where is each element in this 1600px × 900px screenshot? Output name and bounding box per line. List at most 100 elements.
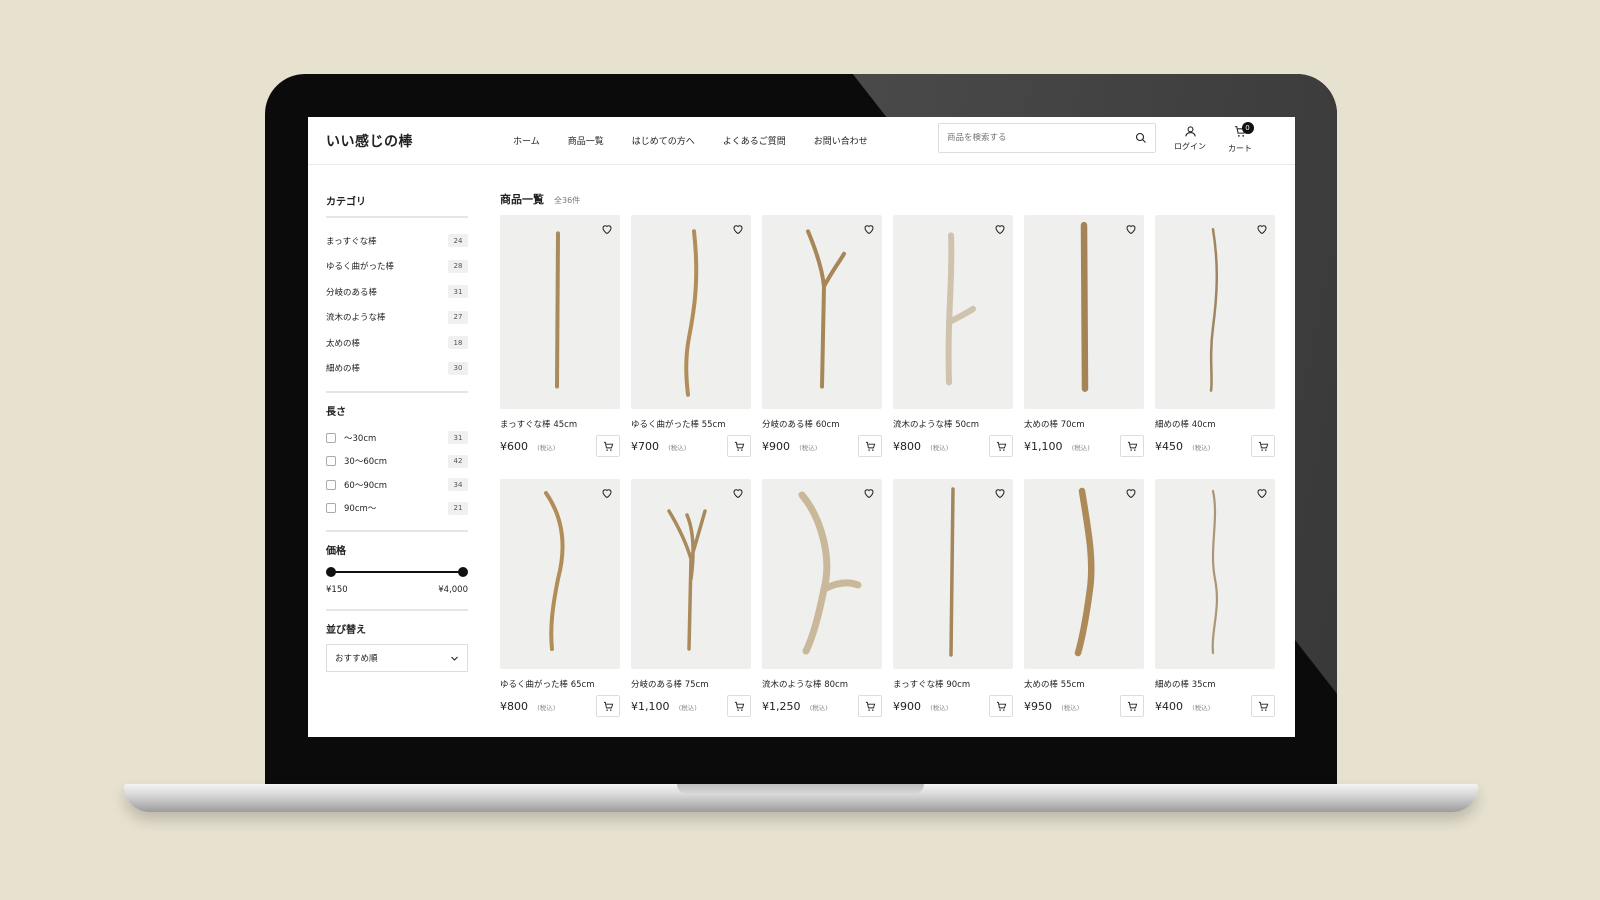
product-card[interactable]: 分岐のある棒 75cm ¥1,100 (税込) <box>631 479 751 717</box>
category-label: まっすぐな棒 <box>326 236 377 247</box>
heart-icon[interactable] <box>994 223 1006 235</box>
product-image[interactable] <box>893 479 1013 669</box>
sort-select[interactable]: おすすめ順 <box>326 644 468 672</box>
product-image[interactable] <box>1155 215 1275 409</box>
nav-contact[interactable]: お問い合わせ <box>814 134 868 147</box>
product-name[interactable]: 流木のような棒 80cm <box>762 678 882 690</box>
heart-icon[interactable] <box>863 223 875 235</box>
search-input[interactable] <box>947 133 1135 143</box>
price-min-label: ¥150 <box>326 585 348 595</box>
product-image[interactable] <box>631 215 751 409</box>
length-filter-item[interactable]: 90cm〜 21 <box>326 497 468 521</box>
length-filter-item[interactable]: 60〜90cm 34 <box>326 473 468 497</box>
add-to-cart-button[interactable] <box>989 435 1013 457</box>
product-card[interactable]: ゆるく曲がった棒 65cm ¥800 (税込) <box>500 479 620 717</box>
add-to-cart-button[interactable] <box>1120 695 1144 717</box>
site-logo[interactable]: いい感じの棒 <box>326 131 501 151</box>
cart-label: カート <box>1228 144 1252 153</box>
length-checkbox[interactable] <box>326 503 336 514</box>
category-item[interactable]: 分岐のある棒 31 <box>326 279 468 305</box>
heart-icon[interactable] <box>1256 223 1268 235</box>
product-card[interactable]: 流木のような棒 50cm ¥800 (税込) <box>893 215 1013 457</box>
length-filter-item[interactable]: 〜30cm 31 <box>326 426 468 450</box>
product-card[interactable]: 太めの棒 55cm ¥950 (税込) <box>1024 479 1144 717</box>
cart-button[interactable]: 0 カート <box>1228 122 1254 154</box>
category-item[interactable]: まっすぐな棒 24 <box>326 228 468 254</box>
login-button[interactable]: ログイン <box>1174 125 1206 152</box>
product-name[interactable]: 分岐のある棒 75cm <box>631 678 751 690</box>
product-image[interactable] <box>500 479 620 669</box>
length-label: 90cm〜 <box>344 504 377 515</box>
add-to-cart-button[interactable] <box>989 695 1013 717</box>
category-item[interactable]: 太めの棒 18 <box>326 330 468 356</box>
length-filter-item[interactable]: 30〜60cm 42 <box>326 450 468 474</box>
product-name[interactable]: ゆるく曲がった棒 65cm <box>500 678 620 690</box>
heart-icon[interactable] <box>994 487 1006 499</box>
product-card[interactable]: 細めの棒 35cm ¥400 (税込) <box>1155 479 1275 717</box>
nav-products[interactable]: 商品一覧 <box>568 134 604 147</box>
add-to-cart-button[interactable] <box>596 435 620 457</box>
add-to-cart-button[interactable] <box>1251 695 1275 717</box>
product-name[interactable]: 細めの棒 40cm <box>1155 418 1275 430</box>
product-image[interactable] <box>1155 479 1275 669</box>
price-range-slider[interactable] <box>326 565 468 579</box>
category-item[interactable]: 細めの棒 30 <box>326 356 468 382</box>
nav-beginners[interactable]: はじめての方へ <box>632 134 695 147</box>
heart-icon[interactable] <box>732 223 744 235</box>
nav-faq[interactable]: よくあるご質問 <box>723 134 786 147</box>
product-card[interactable]: まっすぐな棒 90cm ¥900 (税込) <box>893 479 1013 717</box>
length-checkbox[interactable] <box>326 456 336 467</box>
product-name[interactable]: 太めの棒 70cm <box>1024 418 1144 430</box>
cart-icon <box>996 441 1006 451</box>
slider-min-handle[interactable] <box>326 567 336 577</box>
product-name[interactable]: ゆるく曲がった棒 55cm <box>631 418 751 430</box>
product-price: ¥1,250 <box>762 699 801 713</box>
product-card[interactable]: 太めの棒 70cm ¥1,100 (税込) <box>1024 215 1144 457</box>
product-name[interactable]: 分岐のある棒 60cm <box>762 418 882 430</box>
add-to-cart-button[interactable] <box>727 435 751 457</box>
heart-icon[interactable] <box>601 487 613 499</box>
product-image[interactable] <box>500 215 620 409</box>
heart-icon[interactable] <box>1125 487 1137 499</box>
product-card[interactable]: 流木のような棒 80cm ¥1,250 (税込) <box>762 479 882 717</box>
product-card[interactable]: 分岐のある棒 60cm ¥900 (税込) <box>762 215 882 457</box>
nav-home[interactable]: ホーム <box>513 134 540 147</box>
product-card[interactable]: ゆるく曲がった棒 55cm ¥700 (税込) <box>631 215 751 457</box>
heart-icon[interactable] <box>1125 223 1137 235</box>
search-icon[interactable] <box>1135 132 1147 144</box>
product-image[interactable] <box>762 215 882 409</box>
add-to-cart-button[interactable] <box>727 695 751 717</box>
category-item[interactable]: ゆるく曲がった棒 28 <box>326 254 468 280</box>
heart-icon[interactable] <box>732 487 744 499</box>
product-image[interactable] <box>893 215 1013 409</box>
stick-image <box>544 491 565 651</box>
add-to-cart-button[interactable] <box>1251 435 1275 457</box>
tax-label: (税込) <box>1192 443 1211 452</box>
category-item[interactable]: 流木のような棒 27 <box>326 305 468 331</box>
add-to-cart-button[interactable] <box>1120 435 1144 457</box>
length-checkbox[interactable] <box>326 432 336 443</box>
length-label: 60〜90cm <box>344 480 388 491</box>
length-checkbox[interactable] <box>326 479 336 490</box>
product-image[interactable] <box>762 479 882 669</box>
product-image[interactable] <box>1024 479 1144 669</box>
product-card[interactable]: まっすぐな棒 45cm ¥600 (税込) <box>500 215 620 457</box>
product-name[interactable]: まっすぐな棒 45cm <box>500 418 620 430</box>
heart-icon[interactable] <box>863 487 875 499</box>
add-to-cart-button[interactable] <box>858 695 882 717</box>
slider-max-handle[interactable] <box>458 567 468 577</box>
product-image[interactable] <box>631 479 751 669</box>
category-label: 太めの棒 <box>326 338 361 349</box>
product-image[interactable] <box>1024 215 1144 409</box>
add-to-cart-button[interactable] <box>858 435 882 457</box>
product-card[interactable]: 細めの棒 40cm ¥450 (税込) <box>1155 215 1275 457</box>
product-name[interactable]: 太めの棒 55cm <box>1024 678 1144 690</box>
main-nav: ホーム 商品一覧 はじめての方へ よくあるご質問 お問い合わせ <box>513 134 868 147</box>
product-name[interactable]: 細めの棒 35cm <box>1155 678 1275 690</box>
cart-icon <box>1258 441 1268 451</box>
heart-icon[interactable] <box>601 223 613 235</box>
product-name[interactable]: まっすぐな棒 90cm <box>893 678 1013 690</box>
add-to-cart-button[interactable] <box>596 695 620 717</box>
product-name[interactable]: 流木のような棒 50cm <box>893 418 1013 430</box>
heart-icon[interactable] <box>1256 487 1268 499</box>
